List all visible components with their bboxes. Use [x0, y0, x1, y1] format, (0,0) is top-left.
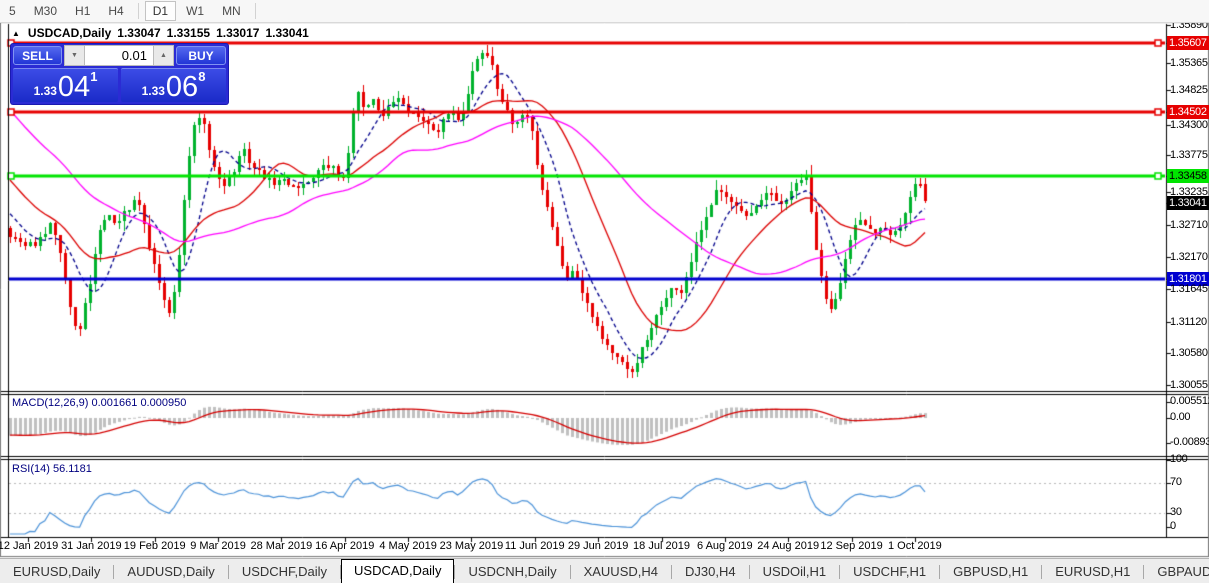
sell-button[interactable]: SELL — [13, 46, 62, 65]
buy-price-small: 1.33 — [142, 84, 165, 98]
date-axis-label: 29 Jun 2019 — [568, 540, 629, 552]
date-axis-label: 12 Jan 2019 — [0, 540, 58, 552]
price-line-badge: 1.35607 — [1167, 36, 1209, 50]
price-axis-label: 1.31645 — [1170, 282, 1209, 296]
date-axis-label: 1 Oct 2019 — [888, 540, 942, 552]
tab-usdoil-h1[interactable]: USDOil,H1 — [750, 561, 840, 582]
date-axis-label: 24 Aug 2019 — [757, 540, 819, 552]
ohlc-close: 1.33041 — [265, 26, 308, 40]
price-axis-label: 1.34300 — [1170, 118, 1209, 132]
price-axis-label: 1.34825 — [1170, 83, 1209, 97]
tab-gbpusd-h1[interactable]: GBPUSD,H1 — [940, 561, 1041, 582]
toolbar-separator — [138, 3, 139, 19]
date-axis-label: 6 Aug 2019 — [697, 540, 753, 552]
date-axis-label: 4 May 2019 — [379, 540, 436, 552]
toolbar-separator — [255, 3, 256, 19]
rsi-axis-label: 100 — [1170, 453, 1187, 465]
chart-tab-bar: EURUSD,DailyAUDUSD,DailyUSDCHF,DailyUSDC… — [0, 558, 1209, 583]
sell-price-sup: 1 — [90, 69, 97, 84]
sell-price-big: 04 — [58, 74, 90, 100]
timeframe-button-h4[interactable]: H4 — [100, 1, 131, 21]
macd-axis-label: 0.00 — [1170, 411, 1190, 423]
timeframe-button-mn[interactable]: MN — [214, 1, 249, 21]
volume-stepper: ▼ 0.01 ▲ — [64, 45, 174, 66]
rsi-axis-label: 30 — [1170, 506, 1182, 518]
rsi-label: RSI(14) 56.1181 — [12, 463, 92, 475]
macd-axis-label: -0.008938 — [1170, 436, 1209, 448]
buy-price-sup: 8 — [198, 69, 205, 84]
timeframe-button-d1[interactable]: D1 — [145, 1, 176, 21]
date-axis-label: 28 Mar 2019 — [251, 540, 313, 552]
timeframe-toolbar: 5M30H1H4 D1W1MN — [0, 0, 1209, 23]
volume-up-icon[interactable]: ▲ — [154, 46, 173, 65]
collapse-triangle-icon[interactable]: ▲ — [12, 29, 20, 38]
price-axis-label: 1.32170 — [1170, 250, 1209, 264]
buy-price-display[interactable]: 1.33 06 8 — [121, 68, 226, 102]
price-axis-label: 1.33775 — [1170, 148, 1209, 162]
timeframe-button-5[interactable]: 5 — [1, 1, 24, 21]
tab-eurusd-daily[interactable]: EURUSD,Daily — [0, 561, 113, 582]
price-axis-label: 1.30580 — [1170, 346, 1209, 360]
price-line-badge: 1.34502 — [1167, 105, 1209, 119]
volume-input[interactable]: 0.01 — [84, 46, 154, 65]
timeframe-button-h1[interactable]: H1 — [67, 1, 98, 21]
tab-usdchf-h1[interactable]: USDCHF,H1 — [840, 561, 939, 582]
tab-xauusd-h4[interactable]: XAUUSD,H4 — [571, 561, 671, 582]
tab-gbpaud-h1[interactable]: GBPAUD,H1 — [1144, 561, 1209, 582]
buy-button[interactable]: BUY — [176, 46, 226, 65]
tab-audusd-daily[interactable]: AUDUSD,Daily — [114, 561, 227, 582]
macd-axis-label: 0.005512 — [1170, 395, 1209, 407]
tab-eurusd-h1[interactable]: EURUSD,H1 — [1042, 561, 1143, 582]
date-axis-label: 9 Mar 2019 — [190, 540, 246, 552]
date-axis-label: 11 Jun 2019 — [505, 540, 565, 552]
one-click-trade-panel: SELL ▼ 0.01 ▲ BUY 1.33 04 1 1.33 06 8 — [11, 44, 228, 104]
tab-usdcad-daily[interactable]: USDCAD,Daily — [341, 559, 454, 583]
date-axis-label: 16 Apr 2019 — [315, 540, 374, 552]
price-axis-label: 1.30055 — [1170, 378, 1209, 392]
chart-symbol-label: USDCAD,Daily — [28, 26, 111, 40]
price-axis-label: 1.32710 — [1170, 218, 1209, 232]
ohlc-open: 1.33047 — [117, 26, 160, 40]
timeframe-button-m30[interactable]: M30 — [26, 1, 65, 21]
price-line-badge: 1.33458 — [1167, 169, 1209, 183]
macd-label: MACD(12,26,9) 0.001661 0.000950 — [12, 397, 186, 409]
ohlc-low: 1.33017 — [216, 26, 259, 40]
date-axis-label: 19 Feb 2019 — [124, 540, 186, 552]
chart-title-row: ▲ USDCAD,Daily 1.33047 1.33155 1.33017 1… — [12, 26, 309, 40]
price-line-badge: 1.33041 — [1167, 196, 1209, 210]
volume-down-icon[interactable]: ▼ — [65, 46, 84, 65]
rsi-axis-label: 70 — [1170, 476, 1182, 488]
sell-price-display[interactable]: 1.33 04 1 — [13, 68, 118, 102]
ohlc-high: 1.33155 — [167, 26, 210, 40]
price-axis-label: 1.31120 — [1170, 315, 1209, 329]
tab-dj30-h4[interactable]: DJ30,H4 — [672, 561, 749, 582]
price-axis-label: 1.35365 — [1170, 56, 1209, 70]
tab-usdcnh-daily[interactable]: USDCNH,Daily — [455, 561, 569, 582]
rsi-axis-label: 0 — [1170, 520, 1176, 532]
date-axis-label: 31 Jan 2019 — [61, 540, 122, 552]
timeframe-button-w1[interactable]: W1 — [178, 1, 212, 21]
tab-usdchf-daily[interactable]: USDCHF,Daily — [229, 561, 340, 582]
date-axis-label: 23 May 2019 — [440, 540, 504, 552]
date-axis-label: 12 Sep 2019 — [820, 540, 882, 552]
date-axis-label: 18 Jul 2019 — [633, 540, 690, 552]
sell-price-small: 1.33 — [34, 84, 57, 98]
buy-price-big: 06 — [166, 74, 198, 100]
